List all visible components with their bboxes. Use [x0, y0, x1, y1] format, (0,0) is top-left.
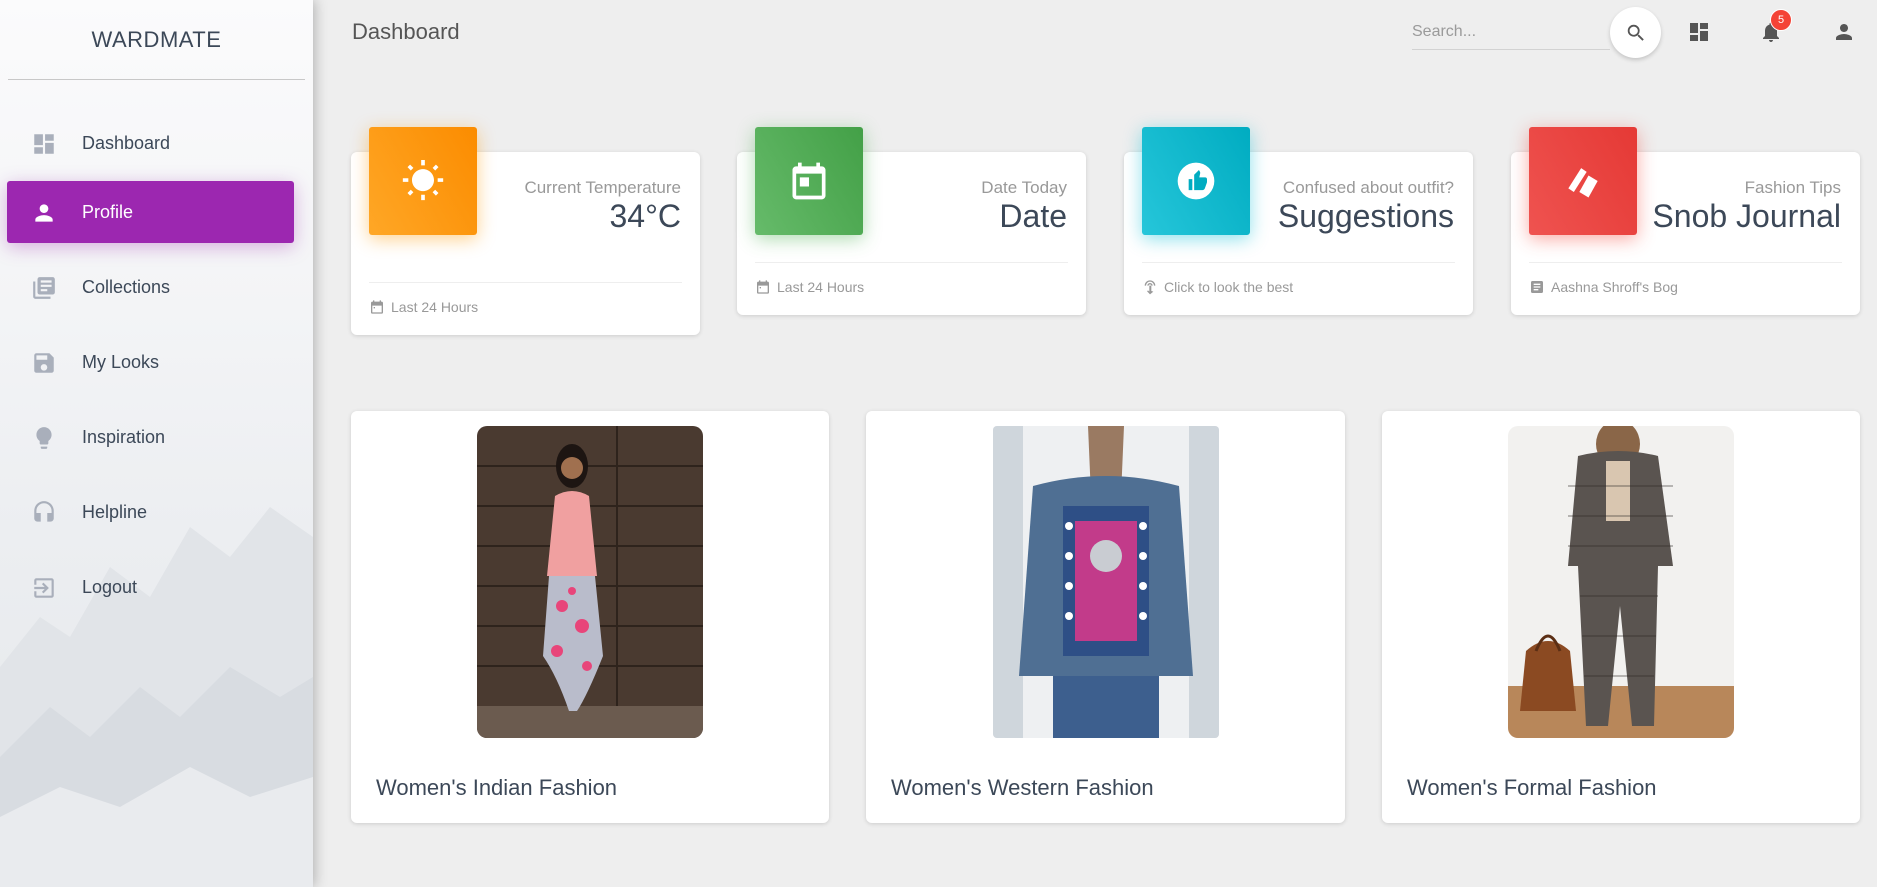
- sidebar: WARDMATE Dashboard Profile Collections M…: [0, 0, 313, 887]
- stat-footer-text: Last 24 Hours: [391, 299, 479, 315]
- stat-category: Fashion Tips: [1744, 178, 1841, 197]
- stat-category: Date Today: [981, 178, 1067, 197]
- fashion-image[interactable]: [1508, 426, 1734, 738]
- fashion-card-western[interactable]: Women's Western Fashion: [866, 411, 1345, 823]
- stat-footer: Last 24 Hours: [369, 282, 682, 315]
- article-icon: [1531, 281, 1543, 293]
- stat-category: Current Temperature: [524, 178, 681, 197]
- fashion-card-title: Women's Indian Fashion: [376, 775, 618, 800]
- sidebar-item-label: Collections: [82, 276, 171, 297]
- search-input[interactable]: [1412, 14, 1610, 49]
- brand-logo[interactable]: WARDMATE: [8, 0, 305, 80]
- stat-tile: [1142, 127, 1250, 235]
- dashboard-icon: [31, 131, 57, 157]
- stat-footer: Last 24 Hours: [755, 262, 1068, 295]
- search-button[interactable]: [1610, 7, 1661, 58]
- stat-tile: [369, 127, 477, 235]
- sidebar-item-label: My Looks: [82, 351, 160, 372]
- stat-tile: [755, 127, 863, 235]
- sidebar-item-label: Profile: [82, 201, 134, 222]
- account-button[interactable]: [1830, 18, 1858, 46]
- stat-value: Snob Journal: [1652, 198, 1841, 234]
- western-fashion-photo: [992, 426, 1219, 738]
- stat-footer-text: Aashna Shroff's Bog: [1551, 279, 1678, 295]
- fashion-image[interactable]: [992, 426, 1219, 738]
- notification-badge: 5: [1770, 9, 1792, 31]
- sidebar-item-inspiration[interactable]: Inspiration: [7, 406, 294, 468]
- stat-tile: [1529, 127, 1637, 235]
- sidebar-item-label: Logout: [82, 576, 138, 597]
- fashion-card-indian[interactable]: Women's Indian Fashion: [351, 411, 829, 823]
- sidebar-item-profile[interactable]: Profile: [7, 181, 294, 243]
- sidebar-item-label: Helpline: [82, 501, 148, 522]
- page-title: Dashboard: [352, 19, 460, 44]
- indian-fashion-photo: [477, 426, 703, 738]
- formal-fashion-photo: [1508, 426, 1734, 738]
- stat-footer-text: Last 24 Hours: [777, 279, 865, 295]
- save-icon: [31, 350, 57, 376]
- logout-icon: [31, 575, 57, 601]
- calendar-icon: [757, 280, 769, 294]
- fashion-image[interactable]: [477, 426, 703, 738]
- sidebar-item-logout[interactable]: Logout: [7, 556, 294, 618]
- stat-footer: Click to look the best: [1142, 262, 1455, 295]
- stat-card-fashion-tips[interactable]: Fashion Tips Snob Journal Aashna Shroff'…: [1511, 127, 1860, 315]
- stat-value: Suggestions: [1277, 198, 1454, 234]
- sidebar-item-collections[interactable]: Collections: [7, 256, 294, 318]
- stat-category: Confused about outfit?: [1282, 178, 1454, 197]
- lightbulb-icon: [31, 425, 57, 451]
- stat-value: 34°C: [609, 198, 682, 234]
- dashboard-toggle-button[interactable]: [1685, 18, 1713, 46]
- swatch-icon: [1568, 168, 1598, 198]
- stat-card-suggestions[interactable]: Confused about outfit? Suggestions Click…: [1124, 127, 1473, 315]
- sidebar-item-label: Dashboard: [82, 132, 171, 153]
- search-field: [1412, 14, 1610, 50]
- calendar-icon: [792, 162, 826, 200]
- fashion-card-formal[interactable]: Women's Formal Fashion: [1382, 411, 1860, 823]
- library-icon: [31, 275, 57, 301]
- person-icon: [31, 200, 57, 226]
- fashion-card-title: Women's Formal Fashion: [1407, 775, 1657, 800]
- touch-icon: [1144, 280, 1156, 295]
- search-icon: [1627, 24, 1644, 41]
- sidebar-item-dashboard[interactable]: Dashboard: [7, 112, 294, 174]
- sidebar-item-label: Inspiration: [82, 426, 166, 447]
- thumb-up-icon: [1177, 162, 1215, 200]
- stat-card-temperature[interactable]: Current Temperature 34°C Last 24 Hours: [351, 127, 700, 335]
- person-icon: [1836, 24, 1852, 40]
- sidebar-item-my-looks[interactable]: My Looks: [7, 331, 294, 393]
- stat-card-date[interactable]: Date Today Date Last 24 Hours: [737, 127, 1086, 315]
- dashboard-icon: [1690, 23, 1708, 41]
- stat-value: Date: [999, 198, 1067, 234]
- stat-footer: Aashna Shroff's Bog: [1529, 262, 1842, 295]
- sidebar-item-helpline[interactable]: Helpline: [7, 481, 294, 543]
- calendar-icon: [371, 300, 383, 314]
- headset-icon: [31, 500, 57, 526]
- sun-icon: [402, 160, 444, 201]
- fashion-card-title: Women's Western Fashion: [891, 775, 1154, 800]
- stat-footer-text: Click to look the best: [1164, 279, 1294, 295]
